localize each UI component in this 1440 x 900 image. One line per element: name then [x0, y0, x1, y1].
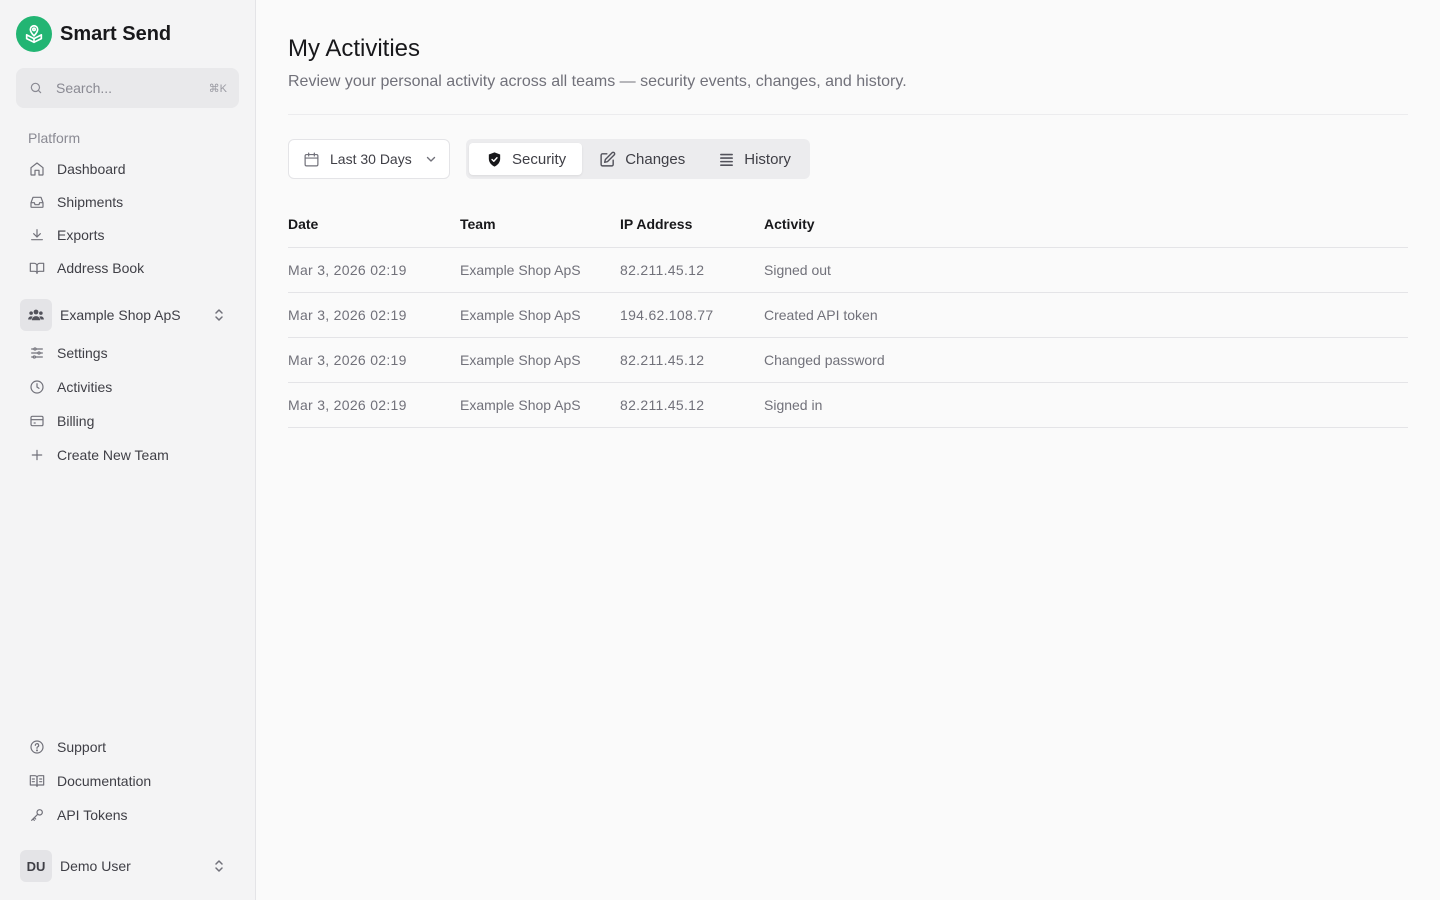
cell-date: Mar 3, 2026 02:19 [288, 337, 460, 383]
avatar: DU [20, 850, 52, 882]
inbox-icon [28, 193, 45, 210]
cell-team: Example Shop ApS [460, 247, 620, 293]
cell-activity: Signed out [764, 247, 1408, 293]
cell-ip: 82.211.45.12 [620, 382, 764, 428]
cell-ip: 82.211.45.12 [620, 247, 764, 293]
sidebar-item-billing[interactable]: Billing [16, 404, 239, 438]
main-content: My Activities Review your personal activ… [256, 0, 1440, 900]
search-placeholder: Search... [56, 80, 113, 96]
credit-card-icon [28, 413, 45, 430]
table-row: Mar 3, 2026 02:19 Example Shop ApS 82.21… [288, 247, 1408, 293]
cell-ip: 82.211.45.12 [620, 337, 764, 383]
column-header-activity[interactable]: Activity [764, 201, 1408, 248]
cell-ip: 194.62.108.77 [620, 292, 764, 338]
page-title: My Activities [288, 35, 421, 62]
cell-activity: Signed in [764, 382, 1408, 428]
cell-activity: Changed password [764, 337, 1408, 383]
table-row: Mar 3, 2026 02:19 Example Shop ApS 194.6… [288, 292, 1408, 338]
list-icon [717, 150, 735, 168]
brand-name: Smart Send [60, 22, 172, 45]
cell-date: Mar 3, 2026 02:19 [288, 247, 460, 293]
sidebar: Smart Send Search... ⌘K Platform Dashboa… [0, 0, 256, 900]
date-range-select[interactable]: Last 30 Days [288, 139, 450, 179]
column-header-date[interactable]: Date [288, 201, 460, 248]
sidebar-item-label: Address Book [57, 259, 145, 276]
table-row: Mar 3, 2026 02:19 Example Shop ApS 82.21… [288, 337, 1408, 383]
tab-label: History [744, 150, 791, 168]
cell-date: Mar 3, 2026 02:19 [288, 382, 460, 428]
sidebar-item-label: Billing [57, 413, 95, 429]
sidebar-item-exports[interactable]: Exports [16, 218, 239, 251]
toolbar: Last 30 Days Security Changes History [288, 139, 1408, 179]
divider [288, 114, 1408, 115]
date-range-value: Last 30 Days [330, 151, 412, 167]
package-pin-icon [16, 16, 52, 52]
help-circle-icon [28, 739, 45, 756]
sidebar-item-label: Documentation [57, 773, 152, 789]
tab-security[interactable]: Security [469, 143, 583, 175]
tab-history[interactable]: History [701, 143, 807, 175]
sidebar-item-label: Exports [57, 226, 105, 243]
search-icon [28, 80, 44, 96]
team-switcher[interactable]: Example Shop ApS [16, 298, 239, 332]
sidebar-item-label: Activities [57, 379, 113, 395]
user-name: Demo User [60, 858, 131, 874]
sidebar-item-label: Dashboard [57, 160, 126, 177]
sidebar-item-label: API Tokens [57, 807, 128, 823]
shield-check-icon [485, 150, 503, 168]
user-menu[interactable]: DU Demo User [16, 850, 239, 882]
sidebar-item-label: Support [57, 739, 107, 755]
cell-team: Example Shop ApS [460, 382, 620, 428]
search-shortcut: ⌘K [208, 82, 227, 95]
activity-tabs: Security Changes History [466, 139, 810, 179]
brand[interactable]: Smart Send [16, 16, 239, 52]
page-subtitle: Review your personal activity across all… [288, 73, 907, 90]
tab-changes[interactable]: Changes [582, 143, 701, 175]
activities-table: Date Team IP Address Activity Mar 3, 202… [288, 201, 1408, 428]
edit-icon [598, 150, 616, 168]
cell-team: Example Shop ApS [460, 337, 620, 383]
cell-date: Mar 3, 2026 02:19 [288, 292, 460, 338]
tab-label: Changes [625, 150, 686, 168]
table-header-row: Date Team IP Address Activity [288, 201, 1408, 248]
sidebar-item-label: Create New Team [57, 447, 169, 463]
sidebar-item-api-tokens[interactable]: API Tokens [16, 798, 239, 832]
sidebar-item-documentation[interactable]: Documentation [16, 764, 239, 798]
table-row: Mar 3, 2026 02:19 Example Shop ApS 82.21… [288, 382, 1408, 428]
calendar-icon [303, 151, 320, 168]
sidebar-item-activities[interactable]: Activities [16, 370, 239, 404]
sidebar-item-label: Settings [57, 345, 108, 361]
chevron-up-down-icon [211, 858, 227, 874]
sidebar-item-shipments[interactable]: Shipments [16, 185, 239, 218]
sidebar-item-create-new-team[interactable]: Create New Team [16, 438, 239, 472]
tab-label: Security [512, 150, 567, 168]
sidebar-item-dashboard[interactable]: Dashboard [16, 152, 239, 185]
search-input[interactable]: Search... ⌘K [16, 68, 239, 108]
clock-icon [28, 379, 45, 396]
cell-team: Example Shop ApS [460, 292, 620, 338]
download-icon [28, 226, 45, 243]
key-icon [28, 807, 45, 824]
team-name: Example Shop ApS [60, 307, 181, 323]
cell-activity: Created API token [764, 292, 1408, 338]
platform-label: Platform [28, 130, 81, 146]
column-header-team[interactable]: Team [460, 201, 620, 248]
users-icon [20, 299, 52, 331]
home-icon [28, 160, 45, 177]
column-header-ip[interactable]: IP Address [620, 201, 764, 248]
book-open-icon [28, 259, 45, 276]
sliders-icon [28, 345, 45, 362]
sidebar-item-address-book[interactable]: Address Book [16, 251, 239, 284]
book-text-icon [28, 773, 45, 790]
chevron-up-down-icon [211, 307, 227, 323]
plus-icon [28, 447, 45, 464]
chevron-down-icon [425, 153, 437, 165]
sidebar-item-settings[interactable]: Settings [16, 336, 239, 370]
sidebar-item-label: Shipments [57, 193, 124, 210]
sidebar-item-support[interactable]: Support [16, 730, 239, 764]
